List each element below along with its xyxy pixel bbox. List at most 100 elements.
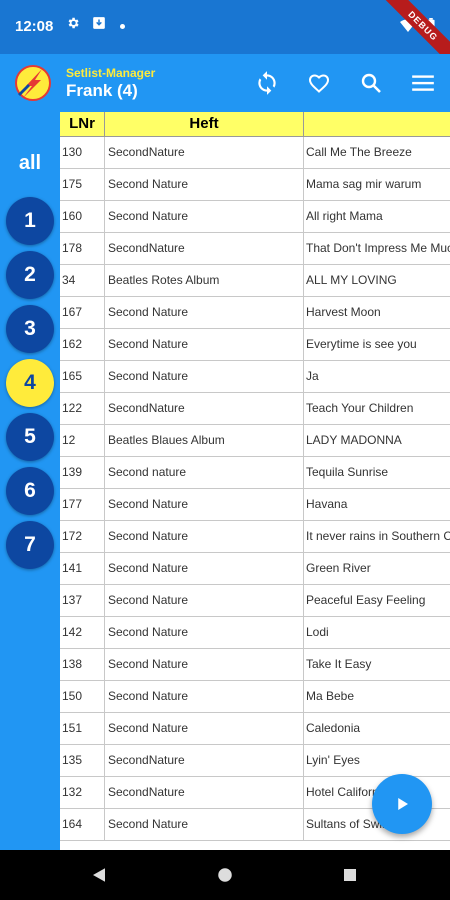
column-header-lnr[interactable]: LNr [60,112,105,136]
lnr-cell: 138 [60,649,105,680]
table-header: LNr Heft [60,112,450,137]
heft-cell: SecondNature [105,137,304,168]
title-cell: Havana [306,497,348,511]
setlist-sidebar: all 1 2 3 4 5 6 7 [0,112,60,850]
title-cell: Mama sag mir warum [306,177,422,191]
table-row[interactable]: 139 Second nature Tequila Sunrise [60,457,450,489]
table-row[interactable]: 141 Second Nature Green River [60,553,450,585]
title-cell: Tequila Sunrise [306,465,389,479]
table-body: 130 SecondNature Call Me The Breeze 175 Seco… [60,137,450,841]
setlist-button-7[interactable]: 7 [6,521,54,569]
table-row[interactable]: 12 Beatles Blaues Album LADY MADONNA [60,425,450,457]
title-cell: Caledonia [306,721,361,735]
title-cell: Harvest Moon [306,305,381,319]
title-cell: Ja [306,369,319,383]
title-cell: Everytime is see you [306,337,417,351]
heft-cell: Second Nature [105,617,304,648]
lnr-cell: 167 [60,297,105,328]
recents-button[interactable] [342,867,358,888]
system-nav-bar [0,850,450,900]
lnr-cell: 142 [60,617,105,648]
heft-cell: Second Nature [105,649,304,680]
table-row[interactable]: 150 Second Nature Ma Bebe [60,681,450,713]
lnr-cell: 141 [60,553,105,584]
column-header-heft[interactable]: Heft [105,112,304,136]
back-button[interactable] [90,866,108,889]
app-subtitle: Frank (4) [66,81,138,100]
column-header-title[interactable] [304,112,450,136]
heft-cell: SecondNature [105,393,304,424]
play-icon [398,798,408,810]
table-row[interactable]: 34 Beatles Rotes Album ALL MY LOVING [60,265,450,297]
table-row[interactable]: 130 SecondNature Call Me The Breeze [60,137,450,169]
lnr-cell: 178 [60,233,105,264]
lnr-cell: 151 [60,713,105,744]
app-bar: Setlist-Manager Frank (4) [0,54,450,112]
heft-cell: Second Nature [105,521,304,552]
heart-icon [308,74,330,93]
lnr-cell: 177 [60,489,105,520]
filter-all-button[interactable]: all [0,152,60,175]
back-icon [93,868,105,882]
lnr-cell: 164 [60,809,105,840]
title-cell: Call Me The Breeze [306,145,412,159]
table-row[interactable]: 178 SecondNature That Don't Impress Me Muc… [60,233,450,265]
table-row[interactable]: 135 SecondNature Lyin' Eyes [60,745,450,777]
setlist-button-5[interactable]: 5 [6,413,54,461]
heft-cell: Second Nature [105,681,304,712]
play-button[interactable] [372,774,432,834]
songs-table: LNr Heft 130 SecondNature Call Me The Bree… [60,112,450,850]
table-row[interactable]: 165 Second Nature Ja [60,361,450,393]
status-bar: 12:08 DEBUG [0,0,450,71]
table-row[interactable]: 151 Second Nature Caledonia [60,713,450,745]
setlist-button-1[interactable]: 1 [6,197,54,245]
title-cell: Peaceful Easy Feeling [306,593,426,607]
lnr-cell: 132 [60,777,105,808]
setlist-button-6[interactable]: 6 [6,467,54,515]
table-row[interactable]: 162 Second Nature Everytime is see you [60,329,450,361]
search-button[interactable] [356,68,386,98]
table-row[interactable]: 160 Second Nature All right Mama [60,201,450,233]
table-row[interactable]: 138 Second Nature Take It Easy [60,649,450,681]
title-cell: LADY MADONNA [306,433,402,447]
home-button[interactable] [216,866,234,889]
status-time: 12:08 [15,18,54,35]
setlist-button-4[interactable]: 4 [6,359,54,407]
table-row[interactable]: 122 SecondNature Teach Your Children [60,393,450,425]
table-row[interactable]: 175 Second Nature Mama sag mir warum [60,169,450,201]
table-row[interactable]: 137 Second Nature Peaceful Easy Feeling [60,585,450,617]
title-cell: Lyin' Eyes [306,753,360,767]
table-row[interactable]: 167 Second Nature Harvest Moon [60,297,450,329]
lnr-cell: 34 [60,265,105,296]
title-cell: Ma Bebe [306,689,355,703]
favorites-button[interactable] [304,68,334,98]
lnr-cell: 162 [60,329,105,360]
menu-button[interactable] [408,68,438,98]
heft-cell: SecondNature [105,777,304,808]
heft-cell: Second Nature [105,297,304,328]
menu-icon [412,75,434,91]
lnr-cell: 175 [60,169,105,200]
sync-button[interactable] [252,68,282,98]
heft-cell: Second Nature [105,361,304,392]
heft-cell: Second Nature [105,553,304,584]
lnr-cell: 130 [60,137,105,168]
table-row[interactable]: 172 Second Nature It never rains in Southe… [60,521,450,553]
heft-cell: Second Nature [105,489,304,520]
heft-cell: Beatles Rotes Album [105,265,304,296]
title-cell: ALL MY LOVING [306,273,397,287]
lnr-cell: 150 [60,681,105,712]
lnr-cell: 122 [60,393,105,424]
search-icon [361,73,381,93]
setlist-button-2[interactable]: 2 [6,251,54,299]
title-cell: Take It Easy [306,657,372,671]
lnr-cell: 135 [60,745,105,776]
table-row[interactable]: 142 Second Nature Lodi [60,617,450,649]
setlist-button-3[interactable]: 3 [6,305,54,353]
title-cell: Teach Your Children [306,401,414,415]
heft-cell: Second nature [105,457,304,488]
notification-dot-icon [120,24,125,29]
table-row[interactable]: 177 Second Nature Havana [60,489,450,521]
heft-cell: SecondNature [105,233,304,264]
recents-icon [344,869,356,881]
